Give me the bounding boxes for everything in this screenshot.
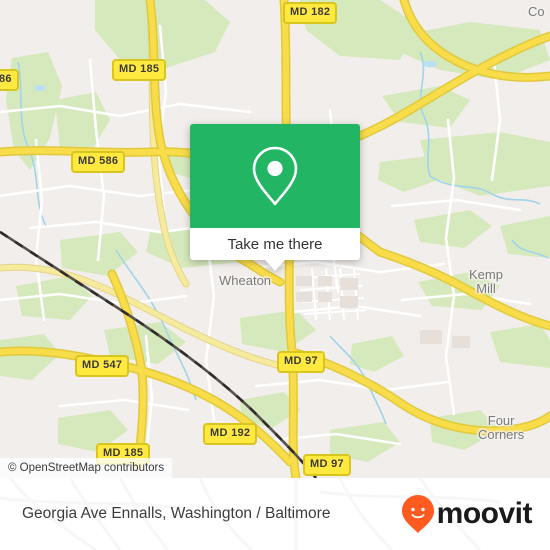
road-shield: MD 182 — [283, 2, 338, 24]
road-shield: MD 185 — [112, 59, 167, 81]
road-shield: MD 97 — [303, 454, 351, 476]
place-label-line: Wheaton — [219, 273, 272, 288]
road-shield: MD 97 — [277, 351, 325, 373]
moovit-logo[interactable]: moovit — [401, 494, 533, 534]
place-label-line: Mill — [476, 280, 496, 296]
location-pin-icon — [252, 146, 298, 206]
take-me-there-button[interactable]: Take me there — [190, 228, 360, 271]
destination-popup-card[interactable]: Take me there — [190, 124, 360, 271]
moovit-smiling-pin-icon — [401, 495, 434, 533]
footer-bar: Georgia Ave Ennalls, Washington / Baltim… — [0, 478, 550, 550]
place-label: Co — [528, 5, 545, 19]
place-label-line: Kemp — [469, 267, 503, 282]
popup-tail-arrow — [265, 260, 285, 271]
location-title: Georgia Ave Ennalls, Washington / Baltim… — [22, 505, 331, 522]
osm-attribution-text: © OpenStreetMap contributors — [8, 462, 165, 474]
road-shield: 86 — [0, 69, 19, 91]
place-label-line: Corners — [478, 426, 525, 442]
place-label-line: Co — [528, 4, 545, 19]
place-label: Wheaton — [219, 274, 271, 288]
place-label: Four Corners — [478, 414, 524, 441]
moovit-wordmark: moovit — [436, 497, 533, 530]
map-canvas[interactable]: MD 182 MD 185 86 MD 586 MD 547 MD 97 MD 192 MD … — [0, 0, 550, 478]
osm-attribution[interactable]: © OpenStreetMap contributors — [0, 458, 173, 478]
place-label-line: Four — [487, 413, 515, 428]
popup-header — [190, 124, 360, 228]
road-shield: MD 586 — [71, 151, 126, 173]
road-shield: MD 547 — [75, 355, 130, 377]
take-me-there-label: Take me there — [227, 235, 323, 253]
place-label: Kemp Mill — [469, 268, 503, 295]
road-shield: MD 192 — [203, 423, 258, 445]
